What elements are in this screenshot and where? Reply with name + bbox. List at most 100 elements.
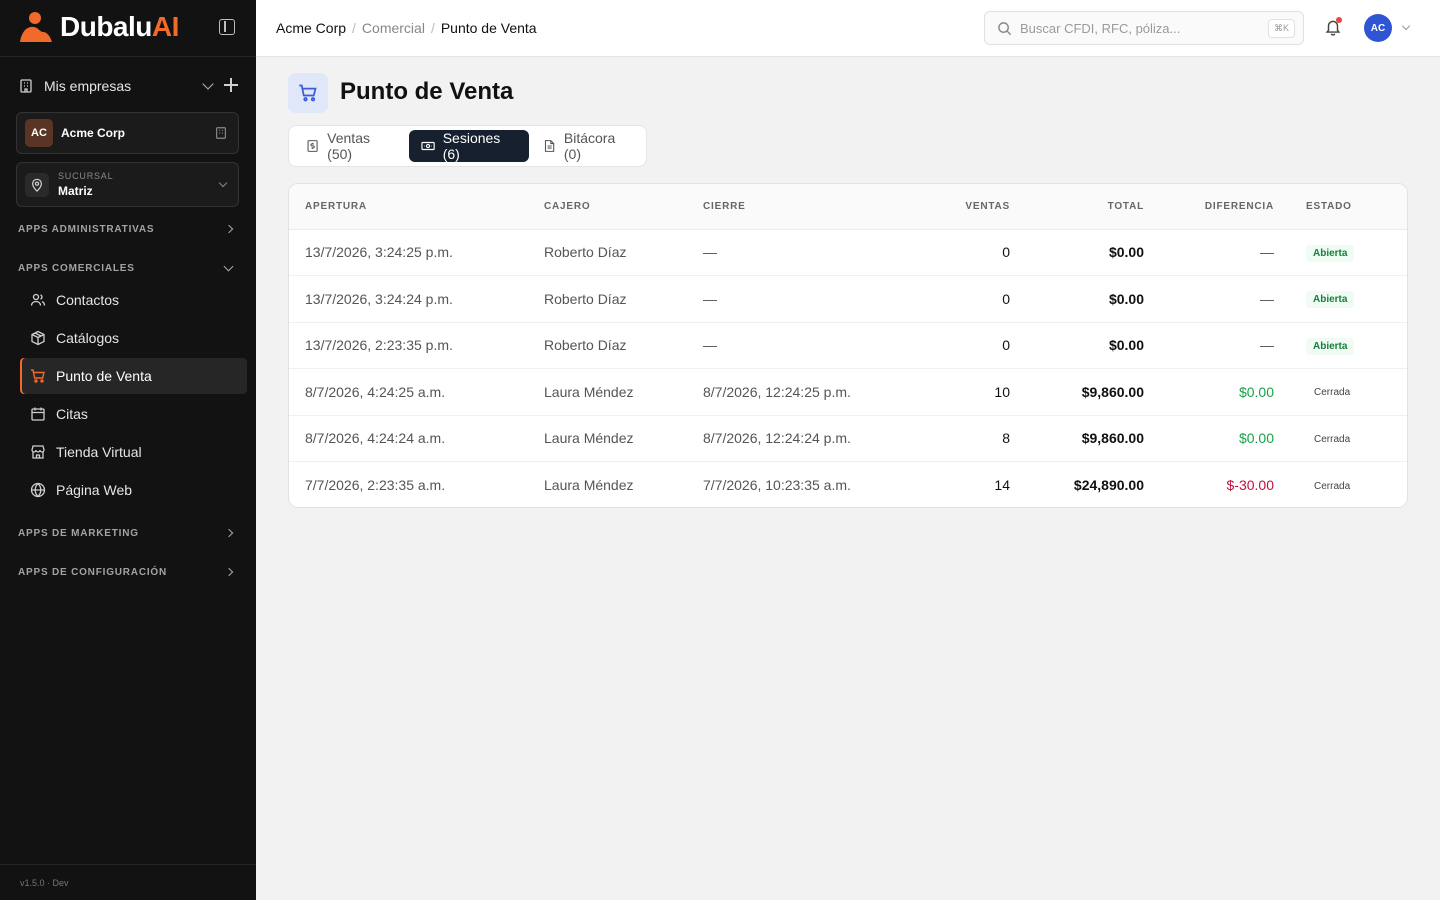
brand[interactable]: DubaluAI — [18, 10, 179, 44]
chevron-right-icon — [224, 567, 234, 577]
section-config-apps[interactable]: APPS DE CONFIGURACIÓN — [18, 565, 238, 579]
table-row[interactable]: 13/7/2026, 2:23:35 p.m. Roberto Díaz — 0… — [289, 322, 1407, 369]
my-companies-row[interactable]: Mis empresas — [18, 76, 240, 96]
store-icon — [30, 444, 46, 460]
cart-icon — [288, 73, 328, 113]
section-marketing-apps[interactable]: APPS DE MARKETING — [18, 526, 238, 540]
chevron-down-icon — [218, 178, 228, 187]
cell-diferencia: — — [1144, 229, 1274, 276]
search-shortcut: ⌘K — [1267, 18, 1295, 38]
status-badge: Abierta — [1306, 244, 1355, 262]
version-label: v1.5.0 · Dev — [20, 878, 69, 888]
cell-diferencia: $0.00 — [1144, 415, 1274, 462]
add-company-icon[interactable] — [224, 78, 238, 92]
calendar-icon — [30, 406, 46, 422]
divider — [0, 864, 256, 865]
column-header-cajero[interactable]: CAJERO — [544, 184, 703, 230]
branch-value: Matriz — [58, 184, 93, 198]
tabs: Ventas (50) Sesiones (6) Bitácora (0) — [288, 125, 647, 167]
cart-icon — [30, 368, 46, 384]
cell-cierre: 7/7/2026, 10:23:35 a.m. — [703, 477, 851, 493]
chevron-down-icon — [223, 261, 234, 271]
column-header-estado[interactable]: ESTADO — [1274, 184, 1407, 230]
sidebar-item-catalogos[interactable]: Catálogos — [20, 320, 247, 356]
cell-ventas: 0 — [933, 229, 1010, 276]
cell-cierre: 8/7/2026, 12:24:24 p.m. — [703, 415, 933, 462]
chevron-down-icon[interactable] — [1401, 21, 1411, 31]
branch-selector[interactable]: SUCURSAL Matriz — [16, 162, 239, 207]
chevron-right-icon — [224, 224, 234, 234]
section-label: APPS ADMINISTRATIVAS — [18, 223, 155, 235]
column-header-ventas[interactable]: VENTAS — [933, 184, 1010, 230]
column-header-total[interactable]: TOTAL — [1010, 184, 1144, 230]
sidebar-item-contactos[interactable]: Contactos — [20, 282, 247, 318]
cell-cierre: 8/7/2026, 12:24:25 p.m. — [703, 368, 933, 416]
section-label: APPS COMERCIALES — [18, 262, 135, 274]
table-row[interactable]: 8/7/2026, 4:24:24 a.m. Laura Méndez 8/7/… — [289, 415, 1407, 462]
sidebar-item-citas[interactable]: Citas — [20, 396, 247, 432]
sidebar-item-tienda-virtual[interactable]: Tienda Virtual — [20, 434, 247, 470]
breadcrumb-section[interactable]: Comercial — [362, 20, 425, 36]
cell-diferencia: — — [1144, 322, 1274, 369]
status-badge: Cerrada — [1314, 387, 1351, 399]
dollar-doc-icon — [307, 140, 318, 152]
brand-name: Dubalu — [60, 11, 152, 42]
sidebar-item-label: Citas — [56, 406, 88, 422]
search-box[interactable]: ⌘K — [984, 11, 1304, 45]
cell-total: $0.00 — [1010, 275, 1144, 323]
status-badge: Cerrada — [1314, 480, 1351, 492]
cell-ventas: 0 — [933, 275, 1010, 323]
building-icon — [216, 127, 226, 139]
search-input[interactable] — [1020, 20, 1268, 36]
doc-icon — [544, 140, 554, 152]
box-icon — [30, 330, 46, 346]
sidebar-item-label: Punto de Venta — [56, 368, 152, 384]
sidebar-item-pagina-web[interactable]: Página Web — [20, 472, 247, 508]
section-commercial-apps[interactable]: APPS COMERCIALES — [18, 261, 238, 275]
cell-cierre: — — [703, 229, 933, 276]
tab-label: Bitácora (0) — [563, 130, 616, 162]
table-row[interactable]: 13/7/2026, 3:24:25 p.m. Roberto Díaz — 0… — [289, 229, 1407, 276]
status-badge: Abierta — [1306, 337, 1355, 355]
branch-label: SUCURSAL — [58, 171, 114, 181]
cash-icon — [420, 141, 435, 151]
cell-apertura: 8/7/2026, 4:24:24 a.m. — [289, 415, 544, 462]
company-selector[interactable]: AC Acme Corp — [16, 112, 239, 154]
column-header-cierre[interactable]: CIERRE — [703, 184, 933, 230]
cell-cajero: Laura Méndez — [544, 415, 703, 462]
topbar: Acme Corp / Comercial / Punto de Venta ⌘… — [256, 0, 1440, 57]
table-row[interactable]: 8/7/2026, 4:24:25 a.m. Laura Méndez 8/7/… — [289, 368, 1407, 416]
sidebar-item-punto-de-venta[interactable]: Punto de Venta — [20, 358, 247, 394]
user-avatar[interactable]: AC — [1364, 14, 1392, 42]
collapse-sidebar-icon[interactable] — [219, 19, 235, 35]
notifications-button[interactable] — [1324, 17, 1344, 38]
section-admin-apps[interactable]: APPS ADMINISTRATIVAS — [18, 222, 238, 236]
breadcrumb: Acme Corp / Comercial / Punto de Venta — [276, 20, 537, 36]
tab-bitacora[interactable]: Bitácora (0) — [531, 130, 644, 162]
sidebar-item-label: Contactos — [56, 292, 120, 308]
tab-ventas[interactable]: Ventas (50) — [294, 130, 407, 162]
cell-ventas: 8 — [933, 415, 1010, 462]
tab-sesiones[interactable]: Sesiones (6) — [408, 130, 529, 162]
cell-total: $9,860.00 — [1010, 368, 1144, 416]
column-header-diferencia[interactable]: DIFERENCIA — [1144, 184, 1274, 230]
table-row[interactable]: 7/7/2026, 2:23:35 a.m. Laura Méndez 7/7/… — [289, 462, 1407, 508]
cell-cajero: Laura Méndez — [544, 368, 703, 416]
sidebar: DubaluAI Mis empresas AC Acme Corp SUCUR… — [0, 0, 256, 900]
chevron-down-icon[interactable] — [202, 78, 214, 90]
divider — [0, 56, 256, 57]
my-companies-label: Mis empresas — [44, 78, 132, 94]
notification-dot — [1336, 17, 1342, 23]
status-badge: Cerrada — [1314, 433, 1351, 445]
cell-cajero: Roberto Díaz — [544, 322, 703, 369]
breadcrumb-company[interactable]: Acme Corp — [276, 20, 346, 36]
sessions-table: APERTURA CAJERO CIERRE VENTAS TOTAL DIFE… — [288, 183, 1408, 508]
cell-cierre: — — [703, 275, 933, 323]
cell-ventas: 0 — [933, 322, 1010, 369]
table-header-row: APERTURA CAJERO CIERRE VENTAS TOTAL DIFE… — [289, 184, 1407, 230]
column-header-apertura[interactable]: APERTURA — [289, 184, 544, 230]
cell-diferencia: — — [1144, 275, 1274, 323]
cell-cajero: Roberto Díaz — [544, 229, 703, 276]
dubalu-logo-icon — [20, 12, 52, 42]
table-row[interactable]: 13/7/2026, 3:24:24 p.m. Roberto Díaz — 0… — [289, 275, 1407, 323]
